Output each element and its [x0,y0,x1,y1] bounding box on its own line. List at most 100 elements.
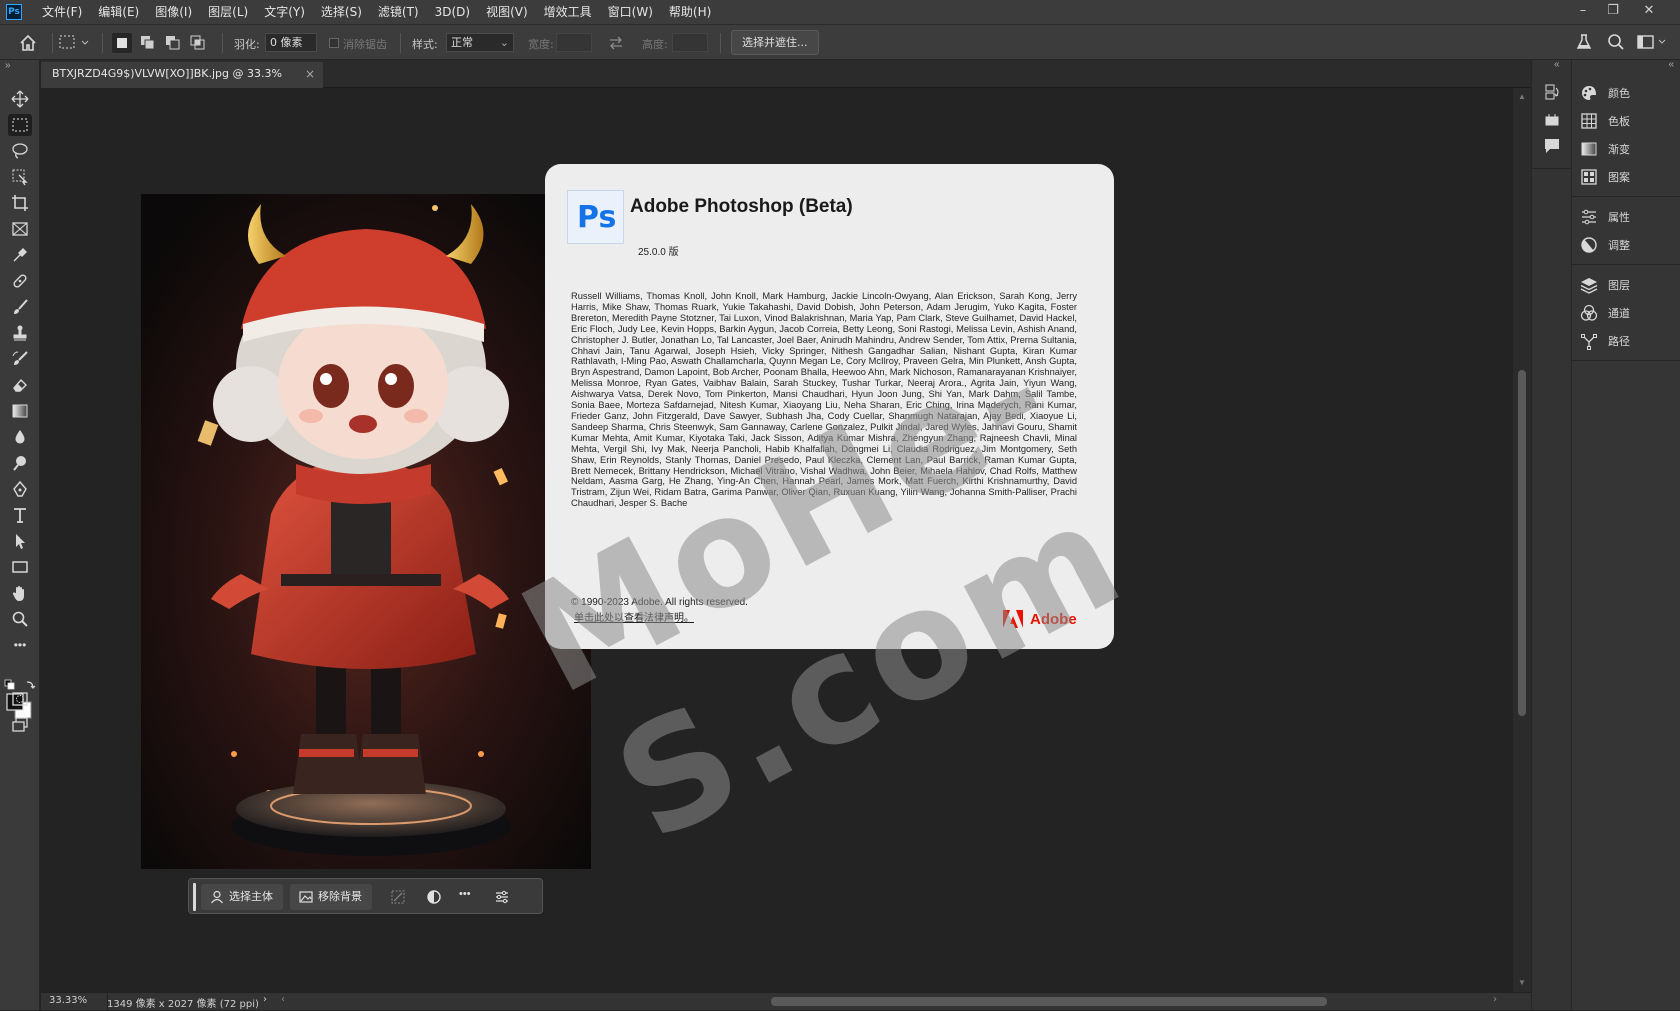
menu-filter[interactable]: 滤镜(T) [370,0,427,24]
scroll-left-icon[interactable]: ‹ [281,994,285,1005]
more-tools-icon[interactable]: ••• [8,634,32,656]
move-tool-icon[interactable] [8,88,32,110]
menu-type[interactable]: 文字(Y) [256,0,313,24]
close-tab-icon[interactable]: × [305,62,315,86]
menu-view[interactable]: 视图(V) [478,0,536,24]
remove-background-button[interactable]: 移除背景 [290,884,372,910]
gradient-icon [1581,142,1597,156]
subtract-selection-icon[interactable] [163,33,183,53]
panel-patterns[interactable]: 图案 [1580,166,1630,188]
horizontal-scroll-thumb[interactable] [771,997,1327,1006]
panel-layers[interactable]: 图层 [1580,274,1630,296]
adjustment-layer-icon[interactable] [426,889,442,905]
menu-file[interactable]: 文件(F) [34,0,90,24]
home-icon[interactable] [18,33,38,53]
vertical-scrollbar[interactable]: ▲ ▼ [1513,88,1531,992]
chevron-down-icon: ⌄ [499,36,509,49]
workspace-layout-icon[interactable] [1636,32,1670,52]
expand-panels-icon[interactable]: « [1668,59,1674,70]
pen-tool-icon[interactable] [8,478,32,500]
scroll-right-icon[interactable]: › [1493,994,1497,1005]
panel-swatches[interactable]: 色板 [1580,110,1630,132]
panel-gradients[interactable]: 渐变 [1580,138,1630,160]
scroll-up-icon[interactable]: ▲ [1518,92,1526,101]
menu-window[interactable]: 窗口(W) [600,0,661,24]
panel-properties[interactable]: 属性 [1580,206,1630,228]
panel-paths[interactable]: 路径 [1580,330,1630,352]
gradient-tool-icon[interactable] [8,400,32,422]
new-selection-icon[interactable] [112,33,132,53]
rect-marquee-preset-icon[interactable] [58,33,92,53]
lasso-tool-icon[interactable] [8,140,32,162]
contextual-task-bar: 选择主体 移除背景 ••• [188,878,543,914]
intersect-selection-icon[interactable] [188,33,208,53]
vertical-scroll-thumb[interactable] [1518,370,1526,716]
history-brush-tool-icon[interactable] [8,348,32,370]
height-input[interactable] [672,33,708,52]
panel-properties-label: 属性 [1608,211,1630,224]
crop-tool-icon[interactable] [8,192,32,214]
scroll-down-icon[interactable]: ▼ [1518,978,1526,987]
restore-icon[interactable]: ❐ [1598,0,1628,24]
status-menu-icon[interactable]: › [263,994,267,1005]
rectangular-marquee-tool-icon[interactable] [8,114,32,136]
zoom-tool-icon[interactable] [8,608,32,630]
menu-plugins[interactable]: 增效工具 [536,0,600,24]
screen-mode-icon[interactable] [8,714,32,736]
collapse-toolbar-icon[interactable]: » [5,60,11,71]
select-and-mask-button[interactable]: 选择并遮住... [731,30,819,55]
document-tab[interactable]: BTXJRZD4G9$)VLVW[XO]]BK.jpg @ 33.3%(RGB/… [41,62,323,104]
panel-color[interactable]: 颜色 [1580,82,1630,104]
frame-tool-icon[interactable] [8,218,32,240]
search-icon[interactable] [1606,32,1626,52]
minimize-icon[interactable]: – [1568,0,1598,24]
type-tool-icon[interactable] [8,504,32,526]
transform-selection-icon[interactable] [390,889,406,905]
feather-input[interactable]: 0 像素 [265,33,317,52]
antialias-checkbox[interactable] [329,38,339,48]
document-image[interactable] [141,194,591,869]
style-select[interactable]: 正常 ⌄ [446,33,514,52]
color-palette-icon [1582,86,1596,100]
eraser-tool-icon[interactable] [8,374,32,396]
eyedropper-tool-icon[interactable] [8,244,32,266]
quick-mask-icon[interactable] [8,688,32,710]
dodge-tool-icon[interactable] [8,452,32,474]
object-selection-tool-icon[interactable] [8,166,32,188]
history-icon[interactable] [1542,82,1562,102]
brush-tool-icon[interactable] [8,296,32,318]
comments-icon[interactable] [1542,136,1562,156]
labs-flask-icon[interactable] [1574,32,1594,52]
drag-handle[interactable] [193,883,196,911]
more-options-icon[interactable]: ••• [459,888,471,900]
menu-help[interactable]: 帮助(H) [661,0,719,24]
taskbar-settings-icon[interactable] [494,889,510,905]
width-input[interactable] [556,33,592,52]
close-icon[interactable]: ✕ [1634,0,1664,24]
menu-layer[interactable]: 图层(L) [200,0,256,24]
menu-edit[interactable]: 编辑(E) [90,0,147,24]
panel-adjustments[interactable]: 调整 [1580,234,1630,256]
blur-tool-icon[interactable] [8,426,32,448]
select-subject-button[interactable]: 选择主体 [201,884,283,910]
collapse-panels-icon[interactable]: « [1554,59,1560,70]
menu-image[interactable]: 图像(I) [147,0,200,24]
rectangle-tool-icon[interactable] [8,556,32,578]
hand-tool-icon[interactable] [8,582,32,604]
about-dialog[interactable]: Ps Adobe Photoshop (Beta) 25.0.0 版 Russe… [545,164,1114,649]
menu-3d[interactable]: 3D(D) [427,0,478,24]
zoom-level[interactable]: 33.33% [49,995,87,1006]
menu-select[interactable]: 选择(S) [313,0,370,24]
healing-brush-tool-icon[interactable] [8,270,32,292]
add-selection-icon[interactable] [138,33,158,53]
path-selection-tool-icon[interactable] [8,530,32,552]
swap-width-height-icon[interactable] [607,34,625,52]
clone-stamp-tool-icon[interactable] [8,322,32,344]
about-title: Adobe Photoshop (Beta) [630,196,853,217]
panel-layers-label: 图层 [1608,279,1630,292]
panel-channels[interactable]: 通道 [1580,302,1630,324]
plugins-icon[interactable] [1542,110,1562,130]
photoshop-app-icon[interactable]: Ps [6,4,22,20]
channels-icon [1580,304,1598,321]
legal-notices-link[interactable]: 单击此处以查看法律声明。 [574,609,694,624]
